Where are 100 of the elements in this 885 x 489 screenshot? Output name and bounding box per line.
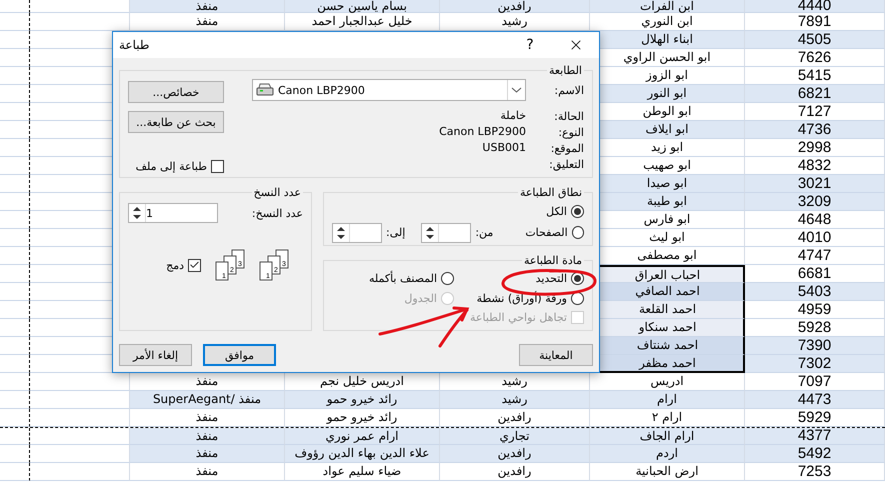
table-cell: 7253 — [745, 463, 885, 481]
group-title: مادة الطباعة — [523, 254, 583, 267]
table-cell — [0, 103, 30, 121]
table-cell — [0, 175, 30, 193]
table-cell: 4473 — [745, 391, 885, 409]
table-cell: منفذ — [130, 428, 285, 445]
dialog-button[interactable]: بحث عن طابعة... — [128, 111, 224, 133]
table-cell: ادريس خليل نجم — [285, 373, 440, 391]
table-cell — [0, 301, 30, 319]
table-cell: منفذ — [130, 463, 285, 481]
field-label: الحالة: — [553, 110, 584, 122]
table-cell: ضياء سليم عواد — [285, 463, 440, 481]
table-cell: رائد خيرو حمو — [285, 409, 440, 427]
table-cell: ابن الفرات — [590, 0, 745, 13]
table-cell — [0, 337, 30, 355]
table-cell — [0, 157, 30, 175]
dialog-button[interactable]: موافق — [203, 344, 276, 366]
table-cell: رافدين — [440, 463, 590, 481]
table-cell: ادريس — [590, 373, 745, 391]
table-cell — [0, 13, 30, 31]
table-cell: ارام عمر نوري — [285, 428, 440, 445]
radio-button[interactable] — [571, 205, 584, 218]
table-cell: رشيد — [440, 373, 590, 391]
table-cell — [0, 193, 30, 211]
group-title: نطاق الطباعة — [518, 186, 583, 199]
field-label: إلى: — [386, 226, 406, 239]
table-cell — [0, 67, 30, 85]
group-title: عدد النسخ — [252, 186, 302, 199]
table-cell: 4832 — [745, 157, 885, 175]
table-cell: 7390 — [745, 337, 885, 355]
table-cell: ابن النوري — [590, 13, 745, 31]
table-cell: 5403 — [745, 283, 885, 301]
table-cell: ارام الجاف — [590, 428, 745, 445]
help-button[interactable]: ? — [507, 32, 553, 58]
page-number-field[interactable] — [332, 222, 382, 242]
dialog-button[interactable]: خصائص... — [128, 81, 224, 103]
table-cell: 4010 — [745, 229, 885, 247]
table-cell: رافدين — [440, 445, 590, 463]
table-cell — [0, 247, 30, 265]
table-cell: 7302 — [745, 355, 885, 373]
table-cell — [0, 445, 30, 463]
table-cell: 4736 — [745, 121, 885, 139]
table-cell — [0, 319, 30, 337]
table-cell: 4959 — [745, 301, 885, 319]
table-cell: 4648 — [745, 211, 885, 229]
table-cell: رشيد — [440, 13, 590, 31]
table-cell: بسام ياسين حسن — [285, 0, 440, 13]
table-cell: 7097 — [745, 373, 885, 391]
radio-label: التحديد — [536, 272, 567, 284]
radio-label: الصفحات — [525, 226, 568, 239]
table-cell — [0, 49, 30, 67]
field-label: الموقع: — [550, 142, 584, 154]
checkbox-label: دمج — [166, 258, 184, 272]
table-cell: رافدين — [440, 0, 590, 13]
table-cell: 7891 — [745, 13, 885, 31]
radio-label: المصنف بأكمله — [368, 272, 437, 284]
radio-label: الجدول — [404, 292, 437, 304]
printer-select[interactable]: Canon LBP2900 — [252, 79, 526, 101]
table-cell: رائد خيرو حمو — [285, 391, 440, 409]
dialog-button[interactable]: المعاينة — [519, 344, 593, 366]
table-cell: رافدين — [440, 409, 590, 427]
table-cell — [0, 265, 30, 283]
field-label: عدد النسخ: — [252, 206, 303, 220]
field-label: الاسم: — [553, 84, 584, 96]
table-cell: خليل عبدالجبار احمد — [285, 13, 440, 31]
field-label: من: — [475, 226, 494, 239]
checkbox-label: تجاهل نواحي الطباعة — [470, 311, 567, 324]
table-cell — [0, 31, 30, 49]
table-cell: منفذ — [130, 0, 285, 13]
radio-label: الكل — [546, 205, 567, 218]
table-cell: 5492 — [745, 445, 885, 463]
table-cell — [0, 211, 30, 229]
table-cell: 3209 — [745, 193, 885, 211]
field-value: USB001 — [481, 141, 526, 155]
field-label: النوع: — [557, 126, 584, 138]
radio-button[interactable] — [441, 272, 454, 284]
table-cell: منفذ — [130, 13, 285, 31]
table-cell — [0, 373, 30, 391]
table-cell: ارام ٢ — [590, 409, 745, 427]
page-number-field[interactable] — [421, 222, 472, 242]
table-cell: 7127 — [745, 103, 885, 121]
table-cell: 2998 — [745, 139, 885, 157]
dialog-button[interactable]: إلغاء الأمر — [119, 344, 192, 366]
checkbox[interactable] — [211, 160, 224, 173]
table-cell: 5415 — [745, 67, 885, 85]
table-cell: منفذ /SuperAegant — [130, 391, 285, 409]
field-label: التعليق: — [548, 158, 584, 170]
radio-button[interactable] — [572, 226, 584, 239]
checkbox[interactable] — [188, 258, 201, 272]
table-cell — [0, 391, 30, 409]
table-cell: 7626 — [745, 49, 885, 67]
table-cell — [0, 85, 30, 103]
copies-field[interactable]: 1 — [128, 203, 218, 223]
table-cell: 4747 — [745, 247, 885, 265]
window-title: طباعة — [119, 38, 150, 52]
table-cell: 4505 — [745, 31, 885, 49]
table-cell: 5929 — [745, 409, 885, 427]
table-cell: علاء الدين بهاء الدين رؤوف — [285, 445, 440, 463]
table-cell: منفذ — [130, 373, 285, 391]
table-cell — [0, 283, 30, 301]
